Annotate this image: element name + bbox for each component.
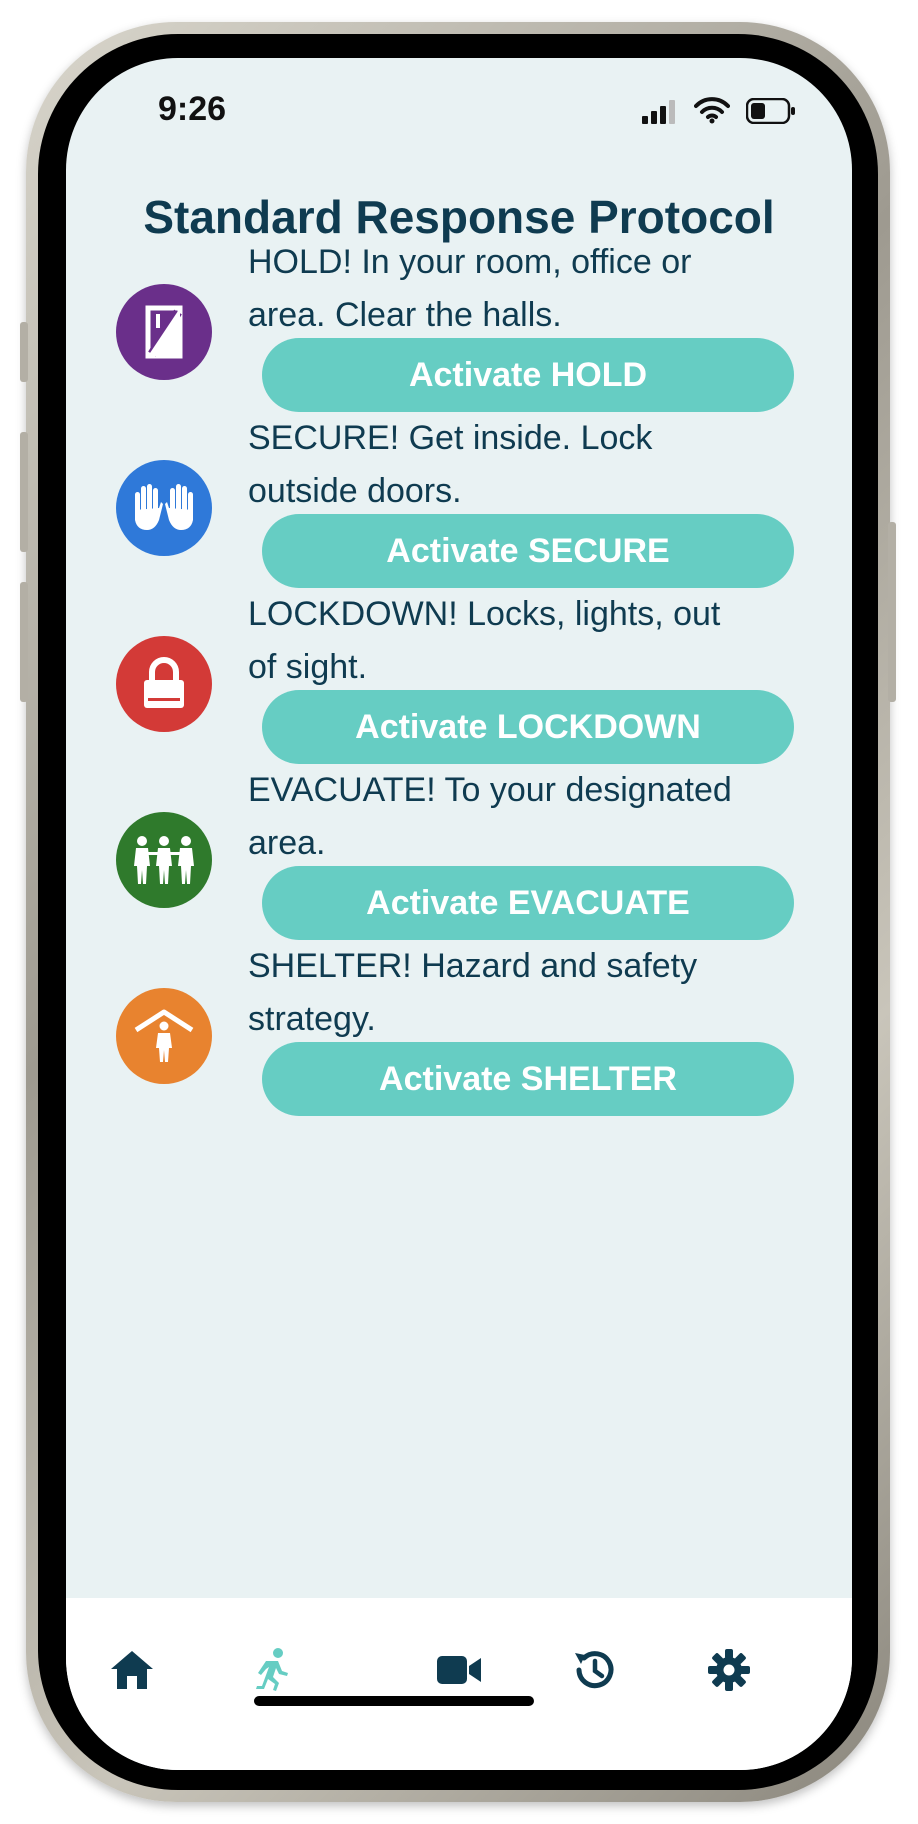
power-button — [888, 522, 896, 702]
activate-shelter-button[interactable]: Activate SHELTER — [262, 1042, 794, 1116]
description-line: outside doors. — [248, 472, 462, 510]
video-camera-icon — [437, 1656, 481, 1684]
tab-history[interactable] — [554, 1642, 634, 1698]
description-line: HOLD! In your room, office or — [248, 243, 692, 281]
description-line: area. — [248, 824, 326, 862]
description-line: SECURE! Get inside. Lock — [248, 419, 653, 457]
protocol-description: HOLD! In your room, office or area. Clea… — [248, 236, 808, 342]
protocol-description: SHELTER! Hazard and safety strategy. — [248, 940, 808, 1046]
protocol-description: SECURE! Get inside. Lock outside doors. — [248, 412, 808, 518]
description-line: EVACUATE! To your designated — [248, 771, 732, 809]
tab-video[interactable] — [419, 1642, 499, 1698]
protocol-row-secure: SECURE! Get inside. Lock outside doors. … — [66, 412, 852, 617]
volume-down-button — [20, 582, 28, 702]
activate-secure-button[interactable]: Activate SECURE — [262, 514, 794, 588]
people-icon — [116, 812, 212, 908]
tab-protocol[interactable] — [232, 1642, 312, 1698]
protocol-description: EVACUATE! To your designated area. — [248, 764, 808, 870]
protocol-row-shelter: SHELTER! Hazard and safety strategy. Act… — [66, 940, 852, 1145]
activate-lockdown-button[interactable]: Activate LOCKDOWN — [262, 690, 794, 764]
tab-home[interactable] — [92, 1642, 172, 1698]
padlock-icon — [116, 636, 212, 732]
tab-settings[interactable] — [689, 1642, 769, 1698]
gear-icon — [708, 1649, 750, 1691]
tab-bar — [66, 1598, 852, 1770]
mute-switch — [20, 322, 28, 382]
status-time: 9:26 — [158, 90, 227, 128]
description-line: of sight. — [248, 648, 368, 686]
description-line: LOCKDOWN! Locks, lights, out — [248, 595, 721, 633]
description-line: SHELTER! Hazard and safety — [248, 947, 698, 985]
volume-up-button — [20, 432, 28, 552]
battery-icon — [746, 98, 795, 124]
protocol-row-evacuate: EVACUATE! To your designated area. Activ… — [66, 764, 852, 969]
status-bar: 9:26 — [66, 58, 852, 168]
app-screen: 9:26 Standard Response Protocol HOLD! In… — [66, 58, 852, 1770]
history-icon — [575, 1651, 614, 1689]
home-indicator[interactable] — [254, 1696, 534, 1706]
activate-evacuate-button[interactable]: Activate EVACUATE — [262, 866, 794, 940]
protocol-description: LOCKDOWN! Locks, lights, out of sight. — [248, 588, 808, 694]
activate-hold-button[interactable]: Activate HOLD — [262, 338, 794, 412]
cellular-signal-icon — [642, 100, 675, 124]
protocol-row-lockdown: LOCKDOWN! Locks, lights, out of sight. A… — [66, 588, 852, 793]
hands-icon — [116, 460, 212, 556]
home-icon — [111, 1651, 153, 1689]
door-icon — [116, 284, 212, 380]
description-line: strategy. — [248, 1000, 376, 1038]
wifi-icon — [694, 97, 730, 124]
shelter-icon — [116, 988, 212, 1084]
protocol-row-hold: HOLD! In your room, office or area. Clea… — [66, 236, 852, 441]
description-line: area. Clear the halls. — [248, 296, 562, 334]
running-person-icon — [256, 1648, 288, 1691]
